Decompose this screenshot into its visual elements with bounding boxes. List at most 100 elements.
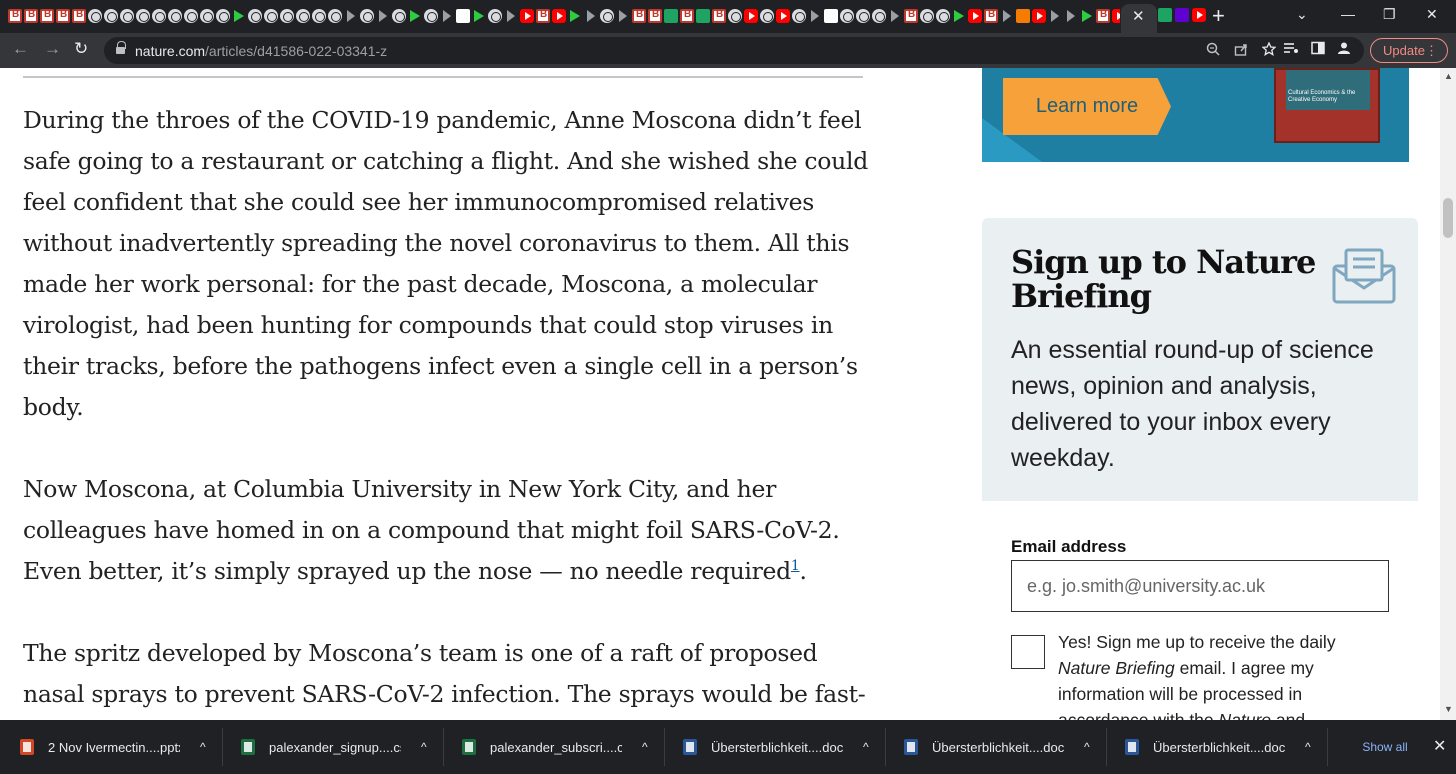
- tab-favicon-b[interactable]: [904, 9, 918, 23]
- tab-favicon-green[interactable]: [696, 9, 710, 23]
- tab-favicon-play[interactable]: [440, 9, 454, 23]
- tab-favicon-b[interactable]: [632, 9, 646, 23]
- tab-favicon-youtube[interactable]: [552, 9, 566, 23]
- tab-favicon-globe[interactable]: [152, 9, 166, 23]
- forward-icon[interactable]: →: [44, 39, 61, 59]
- menu-dots-icon[interactable]: ⋮: [1425, 39, 1438, 62]
- tab-favicon-rumble[interactable]: [472, 9, 486, 23]
- tab-favicon-globe[interactable]: [136, 9, 150, 23]
- tab-favicon-globe[interactable]: [168, 9, 182, 23]
- download-item[interactable]: Übersterblichkeit....docx ^: [683, 720, 869, 774]
- tab-favicon-globe[interactable]: [200, 9, 214, 23]
- download-item[interactable]: palexander_subscri....csv ^: [462, 720, 648, 774]
- chevron-up-icon[interactable]: ^: [1305, 740, 1311, 754]
- tab-favicon-b[interactable]: [648, 9, 662, 23]
- tab-favicon-globe[interactable]: [792, 9, 806, 23]
- tab-favicon-globe[interactable]: [872, 9, 886, 23]
- tab-favicon-orange[interactable]: [1016, 9, 1030, 23]
- profile-avatar-icon[interactable]: [1337, 41, 1351, 55]
- tab-favicon-play[interactable]: [616, 9, 630, 23]
- download-item[interactable]: palexander_signup....csv ^: [241, 720, 427, 774]
- tab-favicon-b[interactable]: [8, 9, 22, 23]
- update-button[interactable]: Update ⋮: [1370, 38, 1448, 63]
- close-window-icon[interactable]: ✕: [1426, 6, 1438, 23]
- tab-favicon-globe[interactable]: [296, 9, 310, 23]
- download-item[interactable]: 2 Nov Ivermectin....pptx ^: [20, 720, 206, 774]
- tab-favicon-globe[interactable]: [88, 9, 102, 23]
- scroll-down-icon[interactable]: ▼: [1444, 704, 1453, 714]
- chevron-up-icon[interactable]: ^: [200, 740, 206, 754]
- tab-favicon-globe[interactable]: [216, 9, 230, 23]
- tab-favicon-globe[interactable]: [856, 9, 870, 23]
- new-tab-button[interactable]: +: [1212, 3, 1225, 29]
- url-text[interactable]: nature.com/articles/d41586-022-03341-z: [135, 43, 387, 59]
- tab-favicon-green[interactable]: [1158, 8, 1172, 22]
- reload-icon[interactable]: ↻: [74, 39, 88, 59]
- tab-favicon-globe[interactable]: [840, 9, 854, 23]
- tab-favicon-doc[interactable]: [824, 9, 838, 23]
- tab-favicon-play[interactable]: [1000, 9, 1014, 23]
- zoom-icon[interactable]: [1206, 42, 1220, 56]
- advertisement-banner[interactable]: Learn more Cultural Economics & the Crea…: [982, 68, 1409, 162]
- tab-favicon-b[interactable]: [984, 9, 998, 23]
- tab-favicon-globe[interactable]: [184, 9, 198, 23]
- tab-favicon-globe[interactable]: [120, 9, 134, 23]
- tab-favicon-globe[interactable]: [392, 9, 406, 23]
- tab-favicon-play[interactable]: [504, 9, 518, 23]
- tab-favicon-b[interactable]: [40, 9, 54, 23]
- footnote-link[interactable]: 1: [791, 558, 800, 574]
- tab-favicon-globe[interactable]: [424, 9, 438, 23]
- tab-favicon-globe[interactable]: [328, 9, 342, 23]
- download-item[interactable]: Übersterblichkeit....docx ^: [1125, 720, 1311, 774]
- tab-favicon-globe[interactable]: [104, 9, 118, 23]
- reading-list-icon[interactable]: [1283, 41, 1299, 55]
- tab-favicon-globe[interactable]: [280, 9, 294, 23]
- share-icon[interactable]: [1234, 42, 1248, 56]
- tab-favicon-globe[interactable]: [360, 9, 374, 23]
- tab-favicon-youtube[interactable]: [1032, 9, 1046, 23]
- tab-favicon-globe[interactable]: [312, 9, 326, 23]
- tab-favicon-rumble[interactable]: [1080, 9, 1094, 23]
- tab-favicon-play[interactable]: [1064, 9, 1078, 23]
- tab-favicon-b[interactable]: [56, 9, 70, 23]
- tab-favicon-play[interactable]: [344, 9, 358, 23]
- tab-favicon-globe[interactable]: [488, 9, 502, 23]
- tab-favicon-youtube[interactable]: [1112, 9, 1120, 23]
- tab-favicon-youtube[interactable]: [520, 9, 534, 23]
- consent-checkbox[interactable]: [1011, 635, 1045, 669]
- download-item[interactable]: Übersterblichkeit....docx ^: [904, 720, 1090, 774]
- tab-favicon-youtube[interactable]: [968, 9, 982, 23]
- email-field[interactable]: [1011, 560, 1389, 612]
- tab-search-icon[interactable]: ⌄: [1296, 6, 1308, 23]
- tab-favicon-play[interactable]: [1048, 9, 1062, 23]
- side-panel-icon[interactable]: [1311, 41, 1325, 55]
- chevron-up-icon[interactable]: ^: [642, 740, 648, 754]
- tab-favicon-youtube[interactable]: [744, 9, 758, 23]
- chevron-up-icon[interactable]: ^: [1084, 740, 1090, 754]
- tab-favicon-globe[interactable]: [248, 9, 262, 23]
- tab-favicon-youtube[interactable]: [1192, 8, 1206, 22]
- close-downloads-icon[interactable]: ✕: [1433, 736, 1446, 756]
- tab-favicon-rumble[interactable]: [568, 9, 582, 23]
- address-bar[interactable]: nature.com/articles/d41586-022-03341-z: [104, 37, 1364, 64]
- tab-favicon-globe[interactable]: [264, 9, 278, 23]
- tab-favicon-rumble[interactable]: [232, 9, 246, 23]
- tab-favicon-b[interactable]: [72, 9, 86, 23]
- back-icon[interactable]: ←: [12, 39, 29, 59]
- tab-favicon-play[interactable]: [808, 9, 822, 23]
- tab-favicon-play[interactable]: [888, 9, 902, 23]
- tab-favicon-globe[interactable]: [728, 9, 742, 23]
- tab-close-icon[interactable]: ✕: [1132, 7, 1145, 25]
- tab-favicon-globe[interactable]: [920, 9, 934, 23]
- chevron-up-icon[interactable]: ^: [863, 740, 869, 754]
- tab-favicon-green[interactable]: [664, 9, 678, 23]
- tab-favicon-globe[interactable]: [936, 9, 950, 23]
- scroll-up-icon[interactable]: ▲: [1444, 71, 1453, 81]
- tab-favicon-rumble[interactable]: [952, 9, 966, 23]
- chevron-up-icon[interactable]: ^: [421, 740, 427, 754]
- show-all-downloads-button[interactable]: Show all: [1346, 737, 1424, 757]
- minimize-icon[interactable]: —: [1341, 6, 1355, 22]
- scroll-thumb[interactable]: [1443, 198, 1453, 238]
- tab-favicon-yahoo[interactable]: [1175, 8, 1189, 22]
- bookmark-star-icon[interactable]: [1262, 42, 1276, 56]
